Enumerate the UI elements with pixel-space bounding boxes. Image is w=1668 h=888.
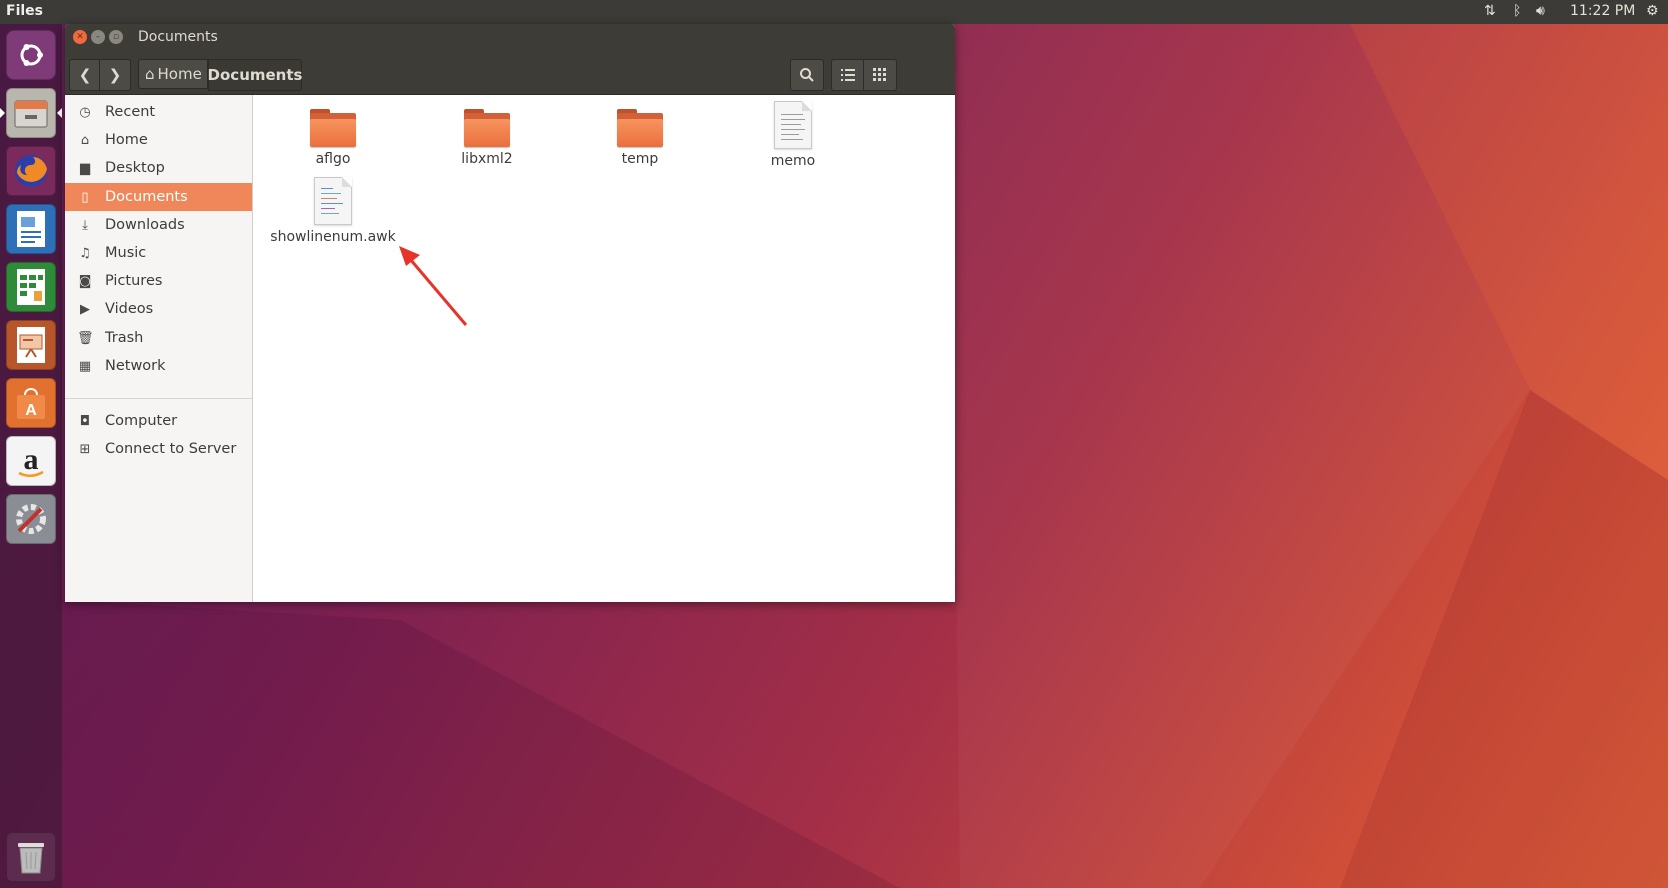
script-file-icon: [314, 177, 352, 225]
network-icon: ▦: [78, 358, 92, 374]
clock-icon: ◷: [79, 104, 91, 120]
active-indicator-left: [0, 108, 5, 118]
sidebar-item-home[interactable]: ⌂ Home: [65, 126, 252, 154]
sidebar-item-label: Music: [105, 245, 147, 261]
film-icon: ▶: [80, 301, 90, 317]
maximize-icon[interactable]: ▫: [109, 30, 123, 44]
chevron-left-icon: ❮: [78, 66, 92, 84]
sidebar-item-documents[interactable]: ▯ Documents: [65, 183, 252, 211]
file-item-memo[interactable]: memo: [723, 101, 863, 169]
sidebar-item-music[interactable]: ♫ Music: [65, 239, 252, 267]
breadcrumb-home[interactable]: ⌂ Home: [138, 59, 208, 89]
files-window: ✕ – ▫ Documents ❮ ❯ ⌂ Home Documents ◷ Re…: [65, 24, 955, 602]
text-file-icon: [774, 101, 812, 149]
home-icon: ⌂: [145, 65, 155, 83]
folder-icon: [464, 109, 510, 147]
breadcrumb-current[interactable]: Documents: [208, 59, 302, 91]
window-title: Documents: [138, 29, 218, 45]
file-name: aflgo: [315, 151, 351, 167]
top-panel: Files ⇅ ᛒ 🔊︎ 11:22 PM ⚙: [0, 0, 1668, 24]
sidebar-item-label: Connect to Server: [105, 441, 237, 457]
file-name: showlinenum.awk: [270, 229, 396, 245]
sidebar-item-connect-to-server[interactable]: ⊞ Connect to Server: [65, 435, 252, 463]
software-bag-icon[interactable]: A: [6, 378, 56, 428]
file-item-libxml2[interactable]: libxml2: [417, 109, 557, 167]
list-view-button[interactable]: [831, 59, 865, 91]
file-item-temp[interactable]: temp: [570, 109, 710, 167]
launcher: A a: [0, 24, 62, 888]
sidebar-item-label: Computer: [105, 413, 178, 429]
minimize-icon[interactable]: –: [91, 30, 105, 44]
back-button[interactable]: ❮: [69, 59, 101, 91]
firefox-icon[interactable]: [6, 146, 56, 196]
forward-button[interactable]: ❯: [99, 59, 131, 91]
grid-view-icon: [873, 68, 886, 81]
sidebar-item-trash[interactable]: 🗑︎ Trash: [65, 324, 252, 352]
breadcrumb-home-label: Home: [157, 65, 202, 83]
ubuntu-logo-icon[interactable]: [6, 30, 56, 80]
chevron-right-icon: ❯: [108, 66, 122, 84]
grid-view-button[interactable]: [863, 59, 897, 91]
sidebar-item-label: Videos: [105, 301, 154, 317]
music-note-icon: ♫: [79, 245, 91, 261]
titlebar[interactable]: ✕ – ▫ Documents: [65, 24, 955, 52]
sidebar-item-label: Trash: [105, 330, 144, 346]
app-menu-title[interactable]: Files: [6, 3, 43, 19]
sidebar-item-label: Recent: [105, 104, 156, 120]
sidebar-item-computer[interactable]: ◘ Computer: [65, 407, 252, 435]
sidebar-item-network[interactable]: ▦ Network: [65, 352, 252, 380]
calc-sheet-icon[interactable]: [6, 262, 56, 312]
sidebar-item-label: Desktop: [105, 160, 165, 176]
sidebar-item-recent[interactable]: ◷ Recent: [65, 98, 252, 126]
sidebar-item-label: Pictures: [105, 273, 163, 289]
svg-text:a: a: [24, 443, 39, 476]
file-name: memo: [770, 153, 816, 169]
sidebar-item-label: Documents: [105, 189, 188, 205]
sidebar: ◷ Recent ⌂ Home ▆ Desktop ▯ Documents ⤓ Downl…: [65, 95, 253, 602]
sidebar-item-desktop[interactable]: ▆ Desktop: [65, 154, 252, 182]
settings-tools-icon[interactable]: [6, 494, 56, 544]
network-icon[interactable]: ⇅: [1484, 3, 1496, 19]
file-name: libxml2: [461, 151, 513, 167]
trash-can-icon[interactable]: [6, 832, 56, 882]
file-item-aflgo[interactable]: aflgo: [263, 109, 403, 167]
writer-doc-icon[interactable]: [6, 204, 56, 254]
home-icon: ⌂: [80, 132, 90, 148]
folder-icon: ▆: [80, 160, 90, 176]
computer-icon: ◘: [79, 413, 91, 429]
svg-text:A: A: [25, 402, 37, 419]
close-icon[interactable]: ✕: [73, 30, 87, 44]
impress-slides-icon[interactable]: [6, 320, 56, 370]
sidebar-divider: [65, 398, 252, 399]
active-indicator-right: [57, 108, 62, 118]
volume-icon[interactable]: 🔊︎: [1536, 3, 1545, 19]
power-gear-icon[interactable]: ⚙: [1646, 3, 1659, 19]
folder-icon: [310, 109, 356, 147]
sidebar-item-pictures[interactable]: ◙ Pictures: [65, 267, 252, 295]
sidebar-item-label: Downloads: [105, 217, 185, 233]
folder-icon: [617, 109, 663, 147]
file-cabinet-icon[interactable]: [6, 88, 56, 138]
bluetooth-icon[interactable]: ᛒ: [1513, 3, 1521, 19]
search-button[interactable]: [790, 59, 824, 91]
list-view-icon: [841, 69, 855, 81]
download-icon: ⤓: [82, 217, 88, 233]
camera-icon: ◙: [78, 273, 92, 289]
file-name: temp: [621, 151, 659, 167]
server-icon: ⊞: [79, 441, 91, 457]
sidebar-item-downloads[interactable]: ⤓ Downloads: [65, 211, 252, 239]
file-view[interactable]: aflgo libxml2 temp memo showlinenum.awk: [253, 95, 955, 602]
toolbar: ❮ ❯ ⌂ Home Documents: [65, 52, 955, 95]
search-icon: [800, 68, 814, 82]
document-icon: ▯: [81, 189, 89, 205]
trash-icon: 🗑︎: [77, 330, 94, 346]
file-item-showlinenum-awk[interactable]: showlinenum.awk: [263, 177, 403, 245]
sidebar-item-label: Home: [105, 132, 148, 148]
breadcrumb-current-label: Documents: [207, 66, 303, 84]
amazon-a-icon[interactable]: a: [6, 436, 56, 486]
sidebar-item-label: Network: [105, 358, 166, 374]
clock[interactable]: 11:22 PM: [1570, 3, 1635, 19]
sidebar-item-videos[interactable]: ▶ Videos: [65, 295, 252, 323]
